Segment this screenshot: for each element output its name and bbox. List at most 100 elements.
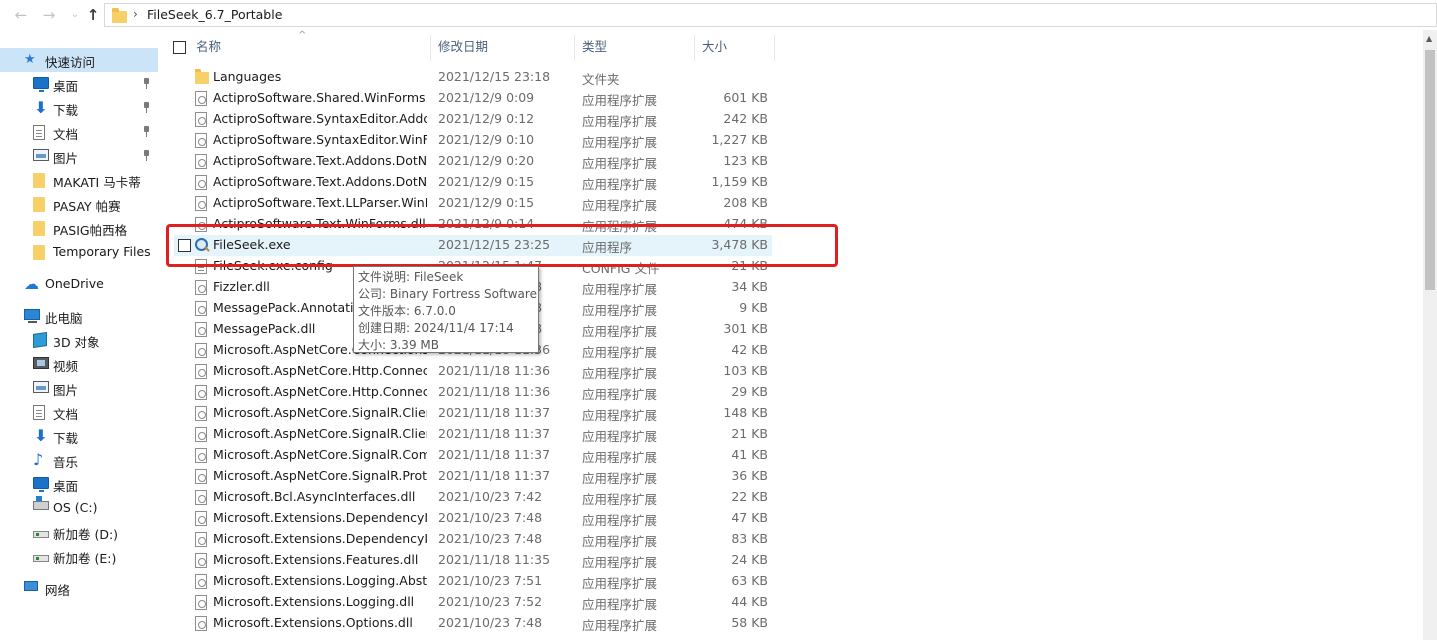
file-name: Microsoft.Extensions.Features.dll: [213, 552, 419, 567]
file-row[interactable]: Microsoft.Extensions.Logging.dll 2021/10/…: [174, 592, 772, 613]
column-type-header[interactable]: 类型: [574, 30, 694, 64]
file-row[interactable]: Microsoft.AspNetCore.Http.Connections.Co…: [174, 382, 772, 403]
file-row[interactable]: Microsoft.Extensions.Options.dll 2021/10/…: [174, 613, 772, 634]
back-arrow-icon[interactable]: ←: [12, 6, 30, 24]
file-row[interactable]: ActiproSoftware.SyntaxEditor.WinForms.dl…: [174, 130, 772, 151]
network-icon: [24, 581, 38, 591]
file-row[interactable]: Microsoft.Extensions.Logging.Abstraction…: [174, 571, 772, 592]
up-arrow-icon[interactable]: ↑: [84, 6, 102, 24]
file-row[interactable]: Microsoft.AspNetCore.SignalR.Protocols.J…: [174, 466, 772, 487]
sidebar-item[interactable]: 网络: [0, 576, 158, 600]
file-row[interactable]: ActiproSoftware.Shared.WinForms.dll 2021/…: [174, 88, 772, 109]
file-row[interactable]: ActiproSoftware.Text.Addons.DotNet.dll 20…: [174, 151, 772, 172]
column-divider[interactable]: [774, 35, 775, 61]
sidebar-item[interactable]: 桌面: [0, 72, 158, 96]
file-row[interactable]: Languages 2021/12/15 23:18 文件夹: [174, 67, 772, 88]
select-all-checkbox[interactable]: [173, 41, 186, 54]
sidebar-item[interactable]: 图片: [0, 144, 158, 168]
file-date: 2021/11/18 11:37: [438, 447, 551, 462]
sidebar-item[interactable]: 文档: [0, 120, 158, 144]
file-date: 2021/10/23 7:48: [438, 531, 543, 546]
folder-icon: [33, 173, 45, 188]
dll-icon: [195, 385, 207, 400]
file-size: 148 KB: [723, 405, 768, 420]
sidebar-item[interactable]: ⬇ 下载: [0, 96, 158, 120]
file-row[interactable]: ActiproSoftware.Text.LLParser.WinForms.d…: [174, 193, 772, 214]
file-row[interactable]: Microsoft.AspNetCore.SignalR.Common.dll 2…: [174, 445, 772, 466]
file-name: Microsoft.Bcl.AsyncInterfaces.dll: [213, 489, 416, 504]
sidebar-item[interactable]: 图片: [0, 376, 158, 400]
chevron-right-icon[interactable]: ›: [133, 7, 138, 21]
dll-icon: [195, 595, 207, 610]
address-bar: ← → ⌄ ↑ › FileSeek_6.7_Portable ›: [0, 0, 1437, 30]
sidebar-item[interactable]: MAKATI 马卡蒂: [0, 168, 158, 192]
file-name: Microsoft.AspNetCore.SignalR.Client.dll: [213, 426, 427, 441]
file-date: 2021/11/18 11:35: [438, 552, 551, 567]
file-row[interactable]: ActiproSoftware.Text.Addons.DotNet.Wpf.d…: [174, 172, 772, 193]
sidebar-item[interactable]: OS (C:): [0, 496, 158, 520]
sidebar-item[interactable]: 新加卷 (D:): [0, 520, 158, 544]
chevron-right-icon[interactable]: ›: [263, 7, 268, 21]
sidebar-item[interactable]: PASAY 帕赛: [0, 192, 158, 216]
document-icon: [33, 125, 45, 140]
vertical-scrollbar[interactable]: ▲: [1423, 30, 1437, 640]
sidebar-item-label: 下载: [53, 103, 79, 118]
sidebar-item[interactable]: 3D 对象: [0, 328, 158, 352]
file-name: Microsoft.AspNetCore.Http.Connections.Co…: [213, 384, 427, 399]
sidebar-item[interactable]: ☁ OneDrive: [0, 272, 158, 296]
sidebar-item[interactable]: 视频: [0, 352, 158, 376]
file-size: 1,227 KB: [711, 132, 768, 147]
sidebar-item-label: 文档: [53, 407, 79, 422]
file-row[interactable]: ActiproSoftware.SyntaxEditor.Addons.dll 2…: [174, 109, 772, 130]
sidebar-item[interactable]: 新加卷 (E:): [0, 544, 158, 568]
sidebar-item-label: PASAY 帕赛: [53, 199, 121, 214]
dll-icon: [195, 427, 207, 442]
column-size-header[interactable]: 大小: [694, 30, 774, 64]
sidebar-item-label: 桌面: [53, 79, 79, 94]
file-type: 应用程序扩展: [582, 408, 658, 423]
sidebar-item[interactable]: 文档: [0, 400, 158, 424]
column-date-label: 修改日期: [438, 39, 489, 54]
file-row[interactable]: Microsoft.Extensions.Features.dll 2021/11…: [174, 550, 772, 571]
dll-icon: [195, 532, 207, 547]
scroll-up-arrow-icon[interactable]: ▲: [1426, 34, 1432, 43]
cloud-icon: ☁: [24, 275, 39, 293]
sidebar-item[interactable]: ♪ 音乐: [0, 448, 158, 472]
file-row[interactable]: Microsoft.AspNetCore.SignalR.Client.dll 2…: [174, 424, 772, 445]
file-name: ActiproSoftware.Shared.WinForms.dll: [213, 90, 427, 105]
pin-icon: [142, 78, 150, 90]
file-name: Microsoft.AspNetCore.SignalR.Protocols.J…: [213, 468, 427, 483]
file-date: 2021/10/23 7:42: [438, 489, 543, 504]
sidebar-item[interactable]: ⬇ 下载: [0, 424, 158, 448]
file-type: 应用程序扩展: [582, 429, 658, 444]
column-name-header[interactable]: 名称: [188, 30, 428, 64]
sidebar-item-label: 图片: [53, 151, 79, 166]
scrollbar-thumb[interactable]: [1425, 50, 1435, 290]
file-row[interactable]: Microsoft.AspNetCore.SignalR.Client.Core…: [174, 403, 772, 424]
sidebar-item[interactable]: 桌面: [0, 472, 158, 496]
dll-icon: [195, 175, 207, 190]
forward-arrow-icon[interactable]: →: [40, 6, 58, 24]
sidebar-item-label: OS (C:): [53, 500, 98, 515]
sidebar-item[interactable]: Temporary Files: [0, 240, 158, 264]
recent-locations-chevron-icon[interactable]: ⌄: [66, 6, 84, 24]
tooltip-line: 公司: Binary Fortress Software: [358, 287, 537, 301]
sidebar-item-label: 网络: [45, 583, 71, 598]
sidebar-item[interactable]: PASIG帕西格: [0, 216, 158, 240]
file-row[interactable]: Microsoft.Extensions.DependencyInjection…: [174, 529, 772, 550]
column-date-header[interactable]: 修改日期: [430, 30, 574, 64]
annotation-highlight-box: [166, 224, 838, 267]
dll-icon: [195, 448, 207, 463]
sidebar-item[interactable]: 此电脑: [0, 304, 158, 328]
file-row[interactable]: Microsoft.Extensions.DependencyInjection…: [174, 508, 772, 529]
file-row[interactable]: Microsoft.AspNetCore.Http.Connections.Cl…: [174, 361, 772, 382]
column-name-label: 名称: [196, 39, 222, 54]
file-name: ActiproSoftware.Text.Addons.DotNet.dll: [213, 153, 427, 168]
address-path-box[interactable]: › FileSeek_6.7_Portable ›: [104, 3, 1437, 27]
file-date: 2021/12/15 23:18: [438, 69, 551, 84]
sidebar-item-label: 快速访问: [45, 55, 96, 70]
file-info-tooltip: 文件说明: FileSeek 公司: Binary Fortress Softwa…: [353, 266, 539, 353]
file-date: 2021/11/18 11:36: [438, 384, 551, 399]
file-row[interactable]: Microsoft.Bcl.AsyncInterfaces.dll 2021/10…: [174, 487, 772, 508]
sidebar-item[interactable]: ★ 快速访问: [0, 48, 158, 72]
